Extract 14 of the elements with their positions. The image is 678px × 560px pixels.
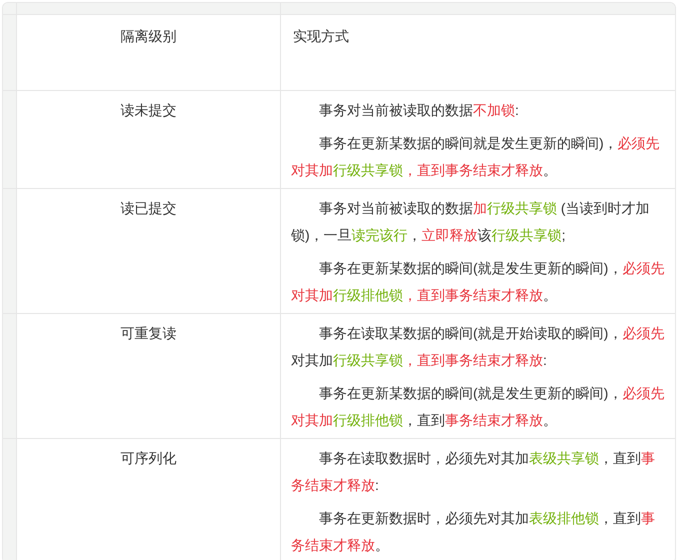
- cell-paragraph: 事务在读取某数据的瞬间(就是开始读取的瞬间)，必须先 对其加行级共享锁，直到事务结束才释放:: [291, 324, 665, 370]
- cell-paragraph: 事务在更新某数据的瞬间(就是发生更新的瞬间)，必须先对其加行级排他锁，直到事务结束才释放。: [291, 259, 665, 305]
- column-header: 隔离级别: [120, 27, 176, 46]
- cell-paragraph: 事务在更新某数据的瞬间(就是发生更新的瞬间)，必须先对其加行级排他锁，直到事务结束才释放。: [291, 384, 665, 430]
- cell-paragraph: 事务对当前被读取的数据加行级共享锁 (当读到时才加锁)，一旦读完该行，立即释放该行级共享锁;: [291, 199, 651, 245]
- cell-paragraph: 事务在读取数据时，必须先对其加表级共享锁，直到事务结束才释放:: [291, 449, 656, 495]
- table-cell-text: 可重复读: [120, 324, 176, 343]
- table-cell-text: 读未提交: [120, 101, 176, 120]
- cell-paragraph: 事务在更新数据时，必须先对其加表级排他锁，直到事务结束才释放。: [291, 509, 656, 555]
- table-cell-text: 读已提交: [120, 199, 176, 218]
- cell-paragraph: 事务在更新某数据的瞬间就是发生更新的瞬间)，必须先对其加行级共享锁，直到事务结束才释放。: [291, 134, 661, 180]
- cell-paragraph: 事务对当前被读取的数据不加锁:: [318, 101, 520, 120]
- table-cell-text: 可序列化: [120, 449, 176, 468]
- column-header: 实现方式: [293, 28, 349, 44]
